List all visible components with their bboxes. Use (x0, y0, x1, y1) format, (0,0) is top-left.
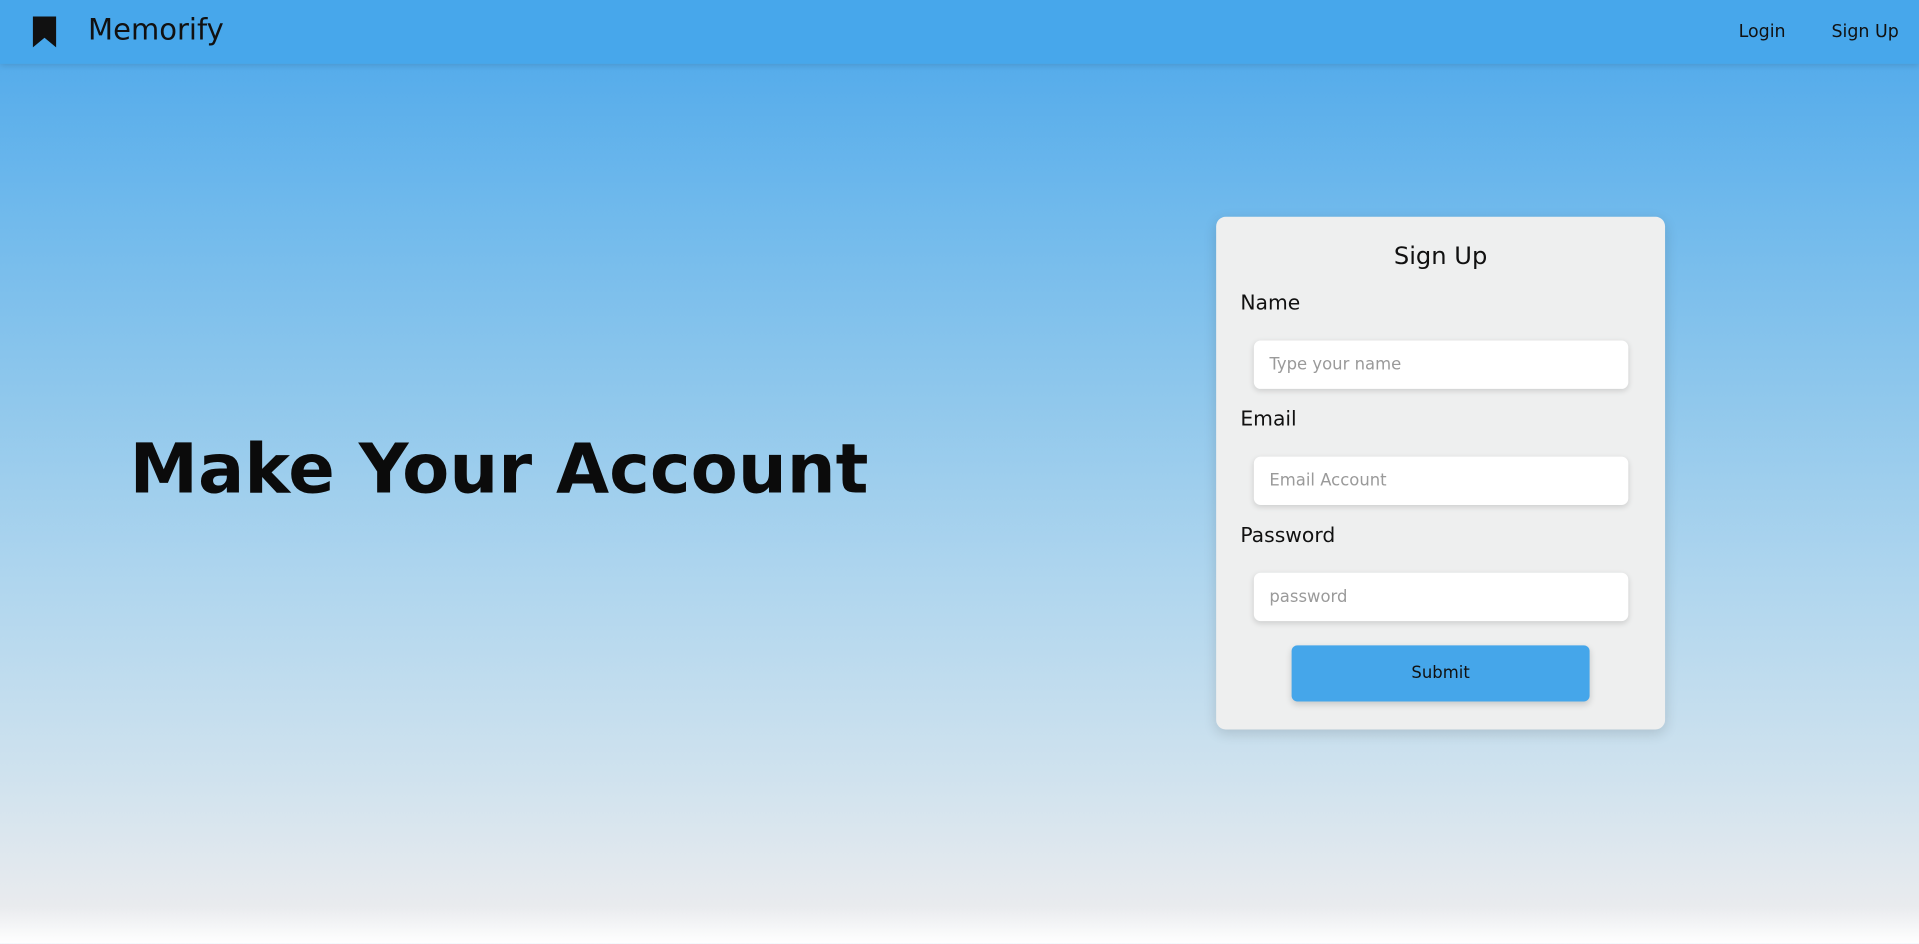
email-input[interactable] (1253, 456, 1629, 506)
bookmark-icon (32, 16, 57, 48)
name-label: Name (1240, 291, 1301, 315)
password-label: Password (1240, 523, 1336, 547)
signup-form-card: Sign Up Name Email Password Submit (1216, 216, 1666, 730)
top-navbar: Memorify Login Sign Up (0, 0, 1919, 64)
hero-title: Make Your Account (129, 428, 869, 509)
nav-signup-link[interactable]: Sign Up (1831, 21, 1898, 42)
page: Memorify Login Sign Up Make Your Account… (0, 0, 1919, 913)
password-input[interactable] (1253, 572, 1629, 622)
nav-login-link[interactable]: Login (1739, 21, 1786, 42)
email-label: Email (1240, 407, 1297, 431)
name-input[interactable] (1253, 340, 1629, 389)
submit-button[interactable]: Submit (1291, 645, 1590, 702)
brand-name[interactable]: Memorify (88, 14, 224, 49)
form-title: Sign Up (1393, 241, 1488, 270)
